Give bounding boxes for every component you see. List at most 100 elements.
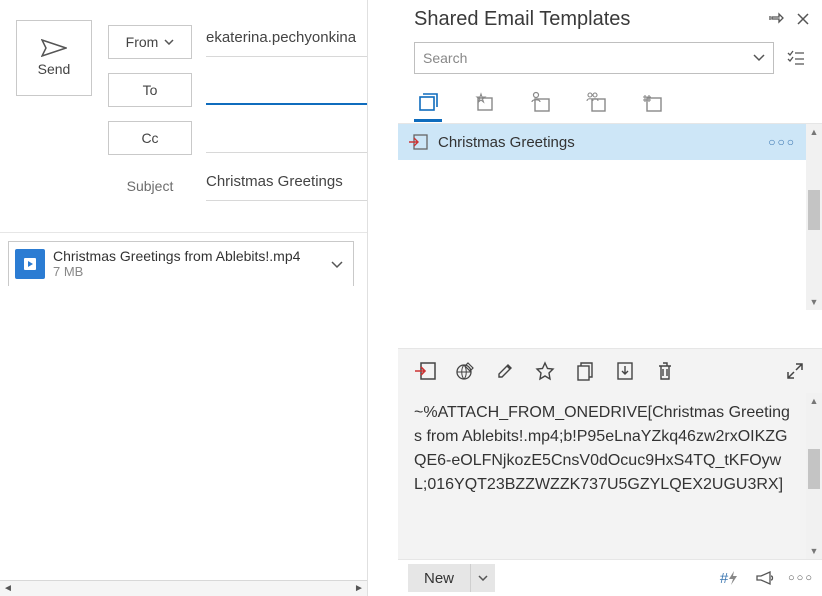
send-label: Send bbox=[38, 61, 71, 77]
attachment-chip[interactable]: Christmas Greetings from Ablebits!.mp4 7… bbox=[8, 241, 354, 287]
expand-button[interactable] bbox=[780, 356, 810, 386]
cc-label: Cc bbox=[141, 130, 158, 146]
compose-body[interactable] bbox=[0, 286, 367, 578]
search-input[interactable]: Search bbox=[414, 42, 774, 74]
panel-title: Shared Email Templates bbox=[414, 8, 762, 31]
download-box-icon bbox=[616, 361, 634, 381]
video-file-icon bbox=[15, 249, 45, 279]
subject-row: Subject Christmas Greetings bbox=[108, 164, 367, 208]
more-button[interactable]: ○○○ bbox=[790, 567, 812, 589]
insert-icon bbox=[414, 362, 436, 380]
template-row[interactable]: Christmas Greetings ○○○ bbox=[398, 124, 806, 160]
new-button[interactable]: New bbox=[408, 564, 471, 592]
tab-strip bbox=[398, 84, 822, 124]
preview-toolbar bbox=[398, 349, 822, 393]
from-label: From bbox=[126, 34, 159, 50]
send-button[interactable]: Send bbox=[16, 20, 92, 96]
edit-button[interactable] bbox=[490, 356, 520, 386]
tab-shared-templates[interactable] bbox=[582, 86, 610, 122]
chevron-down-icon bbox=[331, 261, 343, 269]
attachment-name: Christmas Greetings from Ablebits!.mp4 bbox=[53, 248, 327, 264]
pin-button[interactable] bbox=[766, 8, 788, 30]
star-box-icon bbox=[473, 91, 495, 113]
scroll-up-button[interactable]: ▲ bbox=[806, 393, 822, 409]
close-button[interactable] bbox=[792, 8, 814, 30]
cc-input[interactable] bbox=[206, 123, 367, 153]
chevron-down-icon bbox=[753, 54, 765, 62]
insert-template-icon bbox=[408, 134, 428, 150]
search-row: Search bbox=[398, 38, 822, 84]
scroll-thumb[interactable] bbox=[808, 449, 820, 489]
scroll-thumb[interactable] bbox=[808, 190, 820, 230]
new-split-button: New bbox=[408, 564, 495, 592]
attachment-menu-button[interactable] bbox=[327, 252, 347, 276]
favorite-button[interactable] bbox=[530, 356, 560, 386]
checklist-icon bbox=[787, 50, 805, 66]
from-row: From ekaterina.pechyonkina bbox=[108, 20, 367, 64]
edit-html-button[interactable] bbox=[450, 356, 480, 386]
panel-footer: New # ○○○ bbox=[398, 560, 822, 596]
tab-favorites[interactable] bbox=[470, 86, 498, 122]
stack-icon bbox=[417, 91, 439, 113]
copy-button[interactable] bbox=[570, 356, 600, 386]
pencil-icon bbox=[496, 362, 514, 380]
from-button[interactable]: From bbox=[108, 25, 192, 59]
attachment-size: 7 MB bbox=[53, 265, 327, 280]
scroll-up-button[interactable]: ▲ bbox=[806, 124, 822, 140]
trash-icon bbox=[656, 361, 674, 381]
macro-button[interactable]: # bbox=[718, 567, 740, 589]
template-more-button[interactable]: ○○○ bbox=[768, 135, 796, 149]
fields-column: From ekaterina.pechyonkina To Cc Subject bbox=[108, 20, 367, 212]
to-row: To bbox=[108, 68, 367, 112]
cc-button[interactable]: Cc bbox=[108, 121, 192, 155]
star-icon bbox=[535, 361, 555, 381]
send-icon bbox=[41, 39, 67, 57]
export-button[interactable] bbox=[610, 356, 640, 386]
compose-pane: Send From ekaterina.pechyonkina To Cc bbox=[0, 0, 368, 596]
list-scrollbar[interactable]: ▲ ▼ bbox=[806, 124, 822, 310]
hash-box-icon bbox=[641, 91, 663, 113]
preview-pane: ~%ATTACH_FROM_ONEDRIVE[Christmas Greetin… bbox=[398, 348, 822, 560]
new-dropdown-button[interactable] bbox=[471, 564, 495, 592]
tab-macros[interactable] bbox=[638, 86, 666, 122]
to-button[interactable]: To bbox=[108, 73, 192, 107]
to-input[interactable] bbox=[206, 75, 367, 105]
ellipsis-icon: ○○○ bbox=[788, 572, 814, 584]
delete-button[interactable] bbox=[650, 356, 680, 386]
scroll-right-button[interactable]: ► bbox=[351, 583, 367, 594]
templates-panel: Shared Email Templates Search bbox=[398, 0, 822, 596]
horizontal-scrollbar[interactable]: ◄ ► bbox=[0, 580, 367, 596]
subject-label: Subject bbox=[108, 169, 192, 203]
panel-header: Shared Email Templates bbox=[398, 0, 822, 38]
subject-input[interactable]: Christmas Greetings bbox=[206, 171, 367, 201]
megaphone-icon bbox=[756, 571, 774, 585]
expand-icon bbox=[787, 363, 803, 379]
tab-all-templates[interactable] bbox=[414, 86, 442, 122]
scroll-down-button[interactable]: ▼ bbox=[806, 294, 822, 310]
chevron-down-icon bbox=[478, 575, 488, 581]
scroll-left-button[interactable]: ◄ bbox=[0, 583, 16, 594]
tab-my-templates[interactable] bbox=[526, 86, 554, 122]
preview-scrollbar[interactable]: ▲ ▼ bbox=[806, 393, 822, 559]
search-options-button[interactable] bbox=[784, 46, 808, 70]
from-value[interactable]: ekaterina.pechyonkina bbox=[206, 27, 367, 57]
toolbar-spacer bbox=[690, 356, 770, 386]
preview-body[interactable]: ~%ATTACH_FROM_ONEDRIVE[Christmas Greetin… bbox=[398, 401, 806, 559]
close-icon bbox=[796, 12, 810, 26]
people-box-icon bbox=[585, 91, 607, 113]
flash-icon bbox=[728, 571, 738, 585]
cc-row: Cc bbox=[108, 116, 367, 160]
templates-list: Christmas Greetings ○○○ ▲ ▼ bbox=[398, 124, 822, 310]
scroll-down-button[interactable]: ▼ bbox=[806, 543, 822, 559]
announce-button[interactable] bbox=[754, 567, 776, 589]
new-label: New bbox=[424, 570, 454, 587]
globe-pen-icon bbox=[455, 361, 475, 381]
pin-icon bbox=[769, 11, 785, 27]
person-box-icon bbox=[529, 91, 551, 113]
footer-icons: # ○○○ bbox=[718, 567, 812, 589]
insert-button[interactable] bbox=[410, 356, 440, 386]
search-placeholder: Search bbox=[423, 50, 467, 66]
chevron-down-icon bbox=[164, 39, 174, 45]
attachment-text: Christmas Greetings from Ablebits!.mp4 7… bbox=[53, 248, 327, 279]
hash-icon: # bbox=[720, 570, 728, 587]
